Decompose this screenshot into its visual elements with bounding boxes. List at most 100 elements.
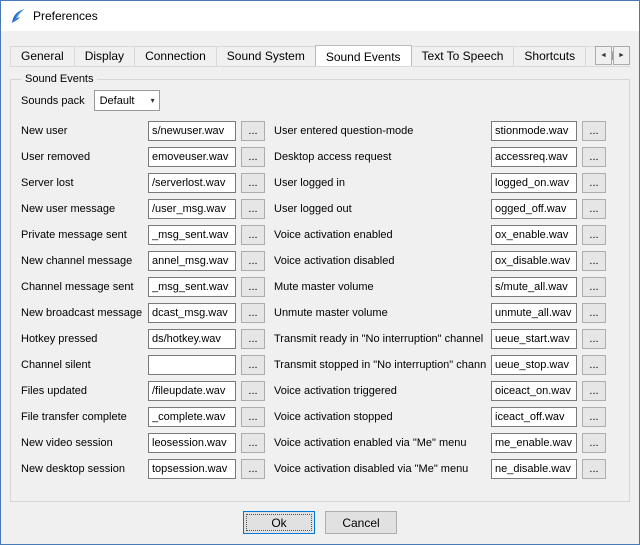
tab-shortcuts[interactable]: Shortcuts xyxy=(513,46,586,66)
input-transmit-stopped-in-no-interruption-channel[interactable] xyxy=(491,355,577,375)
browse-new-user-message-button[interactable]: ... xyxy=(241,199,265,219)
label-private-message-sent: Private message sent xyxy=(21,229,143,241)
sounds-pack-select[interactable]: Default ▾ xyxy=(94,90,160,111)
tab-scroll-right-button[interactable]: ► xyxy=(613,46,630,65)
input-new-desktop-session[interactable] xyxy=(148,459,236,479)
input-unmute-master-volume[interactable] xyxy=(491,303,577,323)
browse-voice-activation-triggered-button[interactable]: ... xyxy=(582,381,606,401)
chevron-down-icon: ▾ xyxy=(151,96,155,105)
input-user-logged-out[interactable] xyxy=(491,199,577,219)
label-voice-activation-enabled: Voice activation enabled xyxy=(270,229,486,241)
label-desktop-access-request: Desktop access request xyxy=(270,151,486,163)
browse-private-message-sent-button[interactable]: ... xyxy=(241,225,265,245)
browse-transmit-ready-in-no-interruption-channel-button[interactable]: ... xyxy=(582,329,606,349)
browse-file-transfer-complete-button[interactable]: ... xyxy=(241,407,265,427)
tab-sound-system[interactable]: Sound System xyxy=(216,46,316,66)
group-title: Sound Events xyxy=(22,73,97,85)
label-new-desktop-session: New desktop session xyxy=(21,463,143,475)
browse-server-lost-button[interactable]: ... xyxy=(241,173,265,193)
browse-transmit-stopped-in-no-interruption-channel-button[interactable]: ... xyxy=(582,355,606,375)
input-private-message-sent[interactable] xyxy=(148,225,236,245)
sounds-pack-label: Sounds pack xyxy=(21,95,85,107)
browse-channel-silent-button[interactable]: ... xyxy=(241,355,265,375)
input-new-user[interactable] xyxy=(148,121,236,141)
tab-list: GeneralDisplayConnectionSound SystemSoun… xyxy=(10,44,630,66)
label-new-video-session: New video session xyxy=(21,437,143,449)
input-server-lost[interactable] xyxy=(148,173,236,193)
tab-sound-events[interactable]: Sound Events xyxy=(315,45,412,66)
input-voice-activation-enabled[interactable] xyxy=(491,225,577,245)
cancel-button[interactable]: Cancel xyxy=(325,511,397,534)
label-files-updated: Files updated xyxy=(21,385,143,397)
label-voice-activation-disabled: Voice activation disabled xyxy=(270,255,486,267)
label-transmit-stopped-in-no-interruption-channel: Transmit stopped in "No interruption" ch… xyxy=(270,359,486,371)
browse-voice-activation-disabled-button[interactable]: ... xyxy=(582,251,606,271)
label-voice-activation-triggered: Voice activation triggered xyxy=(270,385,486,397)
browse-new-user-button[interactable]: ... xyxy=(241,121,265,141)
label-file-transfer-complete: File transfer complete xyxy=(21,411,143,423)
label-new-user-message: New user message xyxy=(21,203,143,215)
browse-voice-activation-disabled-via-me-menu-button[interactable]: ... xyxy=(582,459,606,479)
browse-user-removed-button[interactable]: ... xyxy=(241,147,265,167)
browse-channel-message-sent-button[interactable]: ... xyxy=(241,277,265,297)
input-new-channel-message[interactable] xyxy=(148,251,236,271)
input-user-removed[interactable] xyxy=(148,147,236,167)
titlebar[interactable]: Preferences xyxy=(1,1,639,31)
window-title: Preferences xyxy=(33,9,98,23)
input-transmit-ready-in-no-interruption-channel[interactable] xyxy=(491,329,577,349)
label-channel-message-sent: Channel message sent xyxy=(21,281,143,293)
label-voice-activation-stopped: Voice activation stopped xyxy=(270,411,486,423)
teamtalk-logo-icon xyxy=(10,8,26,24)
input-file-transfer-complete[interactable] xyxy=(148,407,236,427)
input-new-broadcast-message[interactable] xyxy=(148,303,236,323)
sound-events-group: Sound Events Sounds pack Default ▾ New u… xyxy=(10,73,630,502)
input-new-video-session[interactable] xyxy=(148,433,236,453)
input-voice-activation-stopped[interactable] xyxy=(491,407,577,427)
tab-scroll-left-button[interactable]: ◄ xyxy=(595,46,612,65)
label-user-logged-out: User logged out xyxy=(270,203,486,215)
input-voice-activation-disabled[interactable] xyxy=(491,251,577,271)
tab-connection[interactable]: Connection xyxy=(134,46,217,66)
sounds-pack-row: Sounds pack Default ▾ xyxy=(21,90,619,111)
browse-mute-master-volume-button[interactable]: ... xyxy=(582,277,606,297)
label-user-entered-question-mode: User entered question-mode xyxy=(270,125,486,137)
input-desktop-access-request[interactable] xyxy=(491,147,577,167)
browse-user-entered-question-mode-button[interactable]: ... xyxy=(582,121,606,141)
label-user-removed: User removed xyxy=(21,151,143,163)
input-mute-master-volume[interactable] xyxy=(491,277,577,297)
tab-display[interactable]: Display xyxy=(74,46,135,66)
label-server-lost: Server lost xyxy=(21,177,143,189)
browse-hotkey-pressed-button[interactable]: ... xyxy=(241,329,265,349)
input-new-user-message[interactable] xyxy=(148,199,236,219)
tab-general[interactable]: General xyxy=(10,46,75,66)
browse-user-logged-in-button[interactable]: ... xyxy=(582,173,606,193)
browse-voice-activation-stopped-button[interactable]: ... xyxy=(582,407,606,427)
browse-user-logged-out-button[interactable]: ... xyxy=(582,199,606,219)
tab-scroll-control: ◄ ► xyxy=(594,46,630,65)
input-user-logged-in[interactable] xyxy=(491,173,577,193)
tab-page-sound-events: Sound Events Sounds pack Default ▾ New u… xyxy=(1,67,639,544)
browse-files-updated-button[interactable]: ... xyxy=(241,381,265,401)
label-new-user: New user xyxy=(21,125,143,137)
input-files-updated[interactable] xyxy=(148,381,236,401)
browse-unmute-master-volume-button[interactable]: ... xyxy=(582,303,606,323)
browse-new-channel-message-button[interactable]: ... xyxy=(241,251,265,271)
label-transmit-ready-in-no-interruption-channel: Transmit ready in "No interruption" chan… xyxy=(270,333,486,345)
preferences-window: Preferences GeneralDisplayConnectionSoun… xyxy=(0,0,640,545)
browse-new-desktop-session-button[interactable]: ... xyxy=(241,459,265,479)
input-voice-activation-triggered[interactable] xyxy=(491,381,577,401)
input-hotkey-pressed[interactable] xyxy=(148,329,236,349)
tab-text-to-speech[interactable]: Text To Speech xyxy=(411,46,515,66)
input-channel-silent[interactable] xyxy=(148,355,236,375)
browse-desktop-access-request-button[interactable]: ... xyxy=(582,147,606,167)
browse-new-video-session-button[interactable]: ... xyxy=(241,433,265,453)
browse-voice-activation-enabled-button[interactable]: ... xyxy=(582,225,606,245)
input-channel-message-sent[interactable] xyxy=(148,277,236,297)
label-new-broadcast-message: New broadcast message xyxy=(21,307,143,319)
input-voice-activation-enabled-via-me-menu[interactable] xyxy=(491,433,577,453)
browse-voice-activation-enabled-via-me-menu-button[interactable]: ... xyxy=(582,433,606,453)
input-user-entered-question-mode[interactable] xyxy=(491,121,577,141)
input-voice-activation-disabled-via-me-menu[interactable] xyxy=(491,459,577,479)
browse-new-broadcast-message-button[interactable]: ... xyxy=(241,303,265,323)
ok-button[interactable]: Ok xyxy=(243,511,315,534)
